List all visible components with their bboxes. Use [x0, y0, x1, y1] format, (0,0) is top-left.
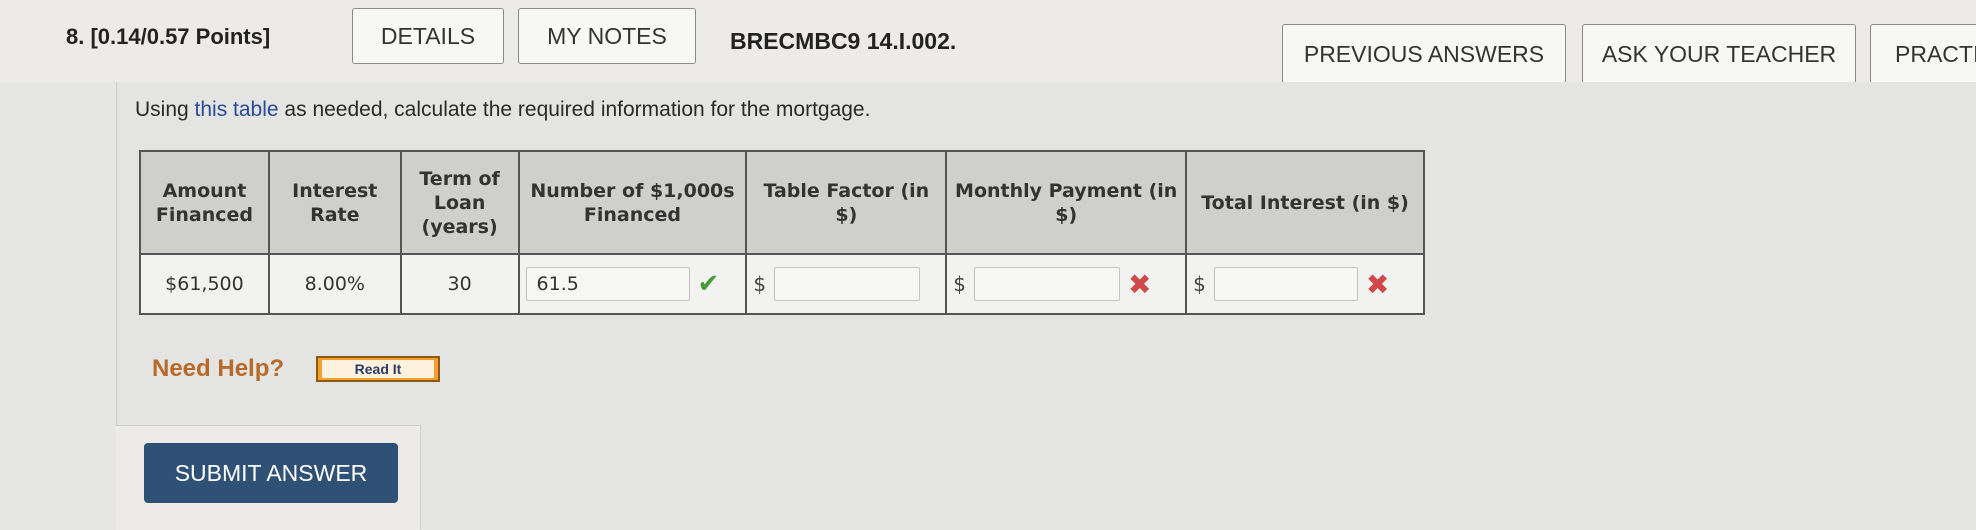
header-table-factor: Table Factor (in $)	[745, 150, 948, 255]
header-total-interest: Total Interest (in $)	[1185, 150, 1425, 255]
header-term: Term of Loan (years)	[399, 150, 520, 255]
incorrect-x-icon: ✖	[1128, 267, 1152, 301]
read-it-button[interactable]: Read It	[316, 356, 440, 382]
table-link[interactable]: this table	[195, 98, 279, 121]
amount-financed-cell: $61,500	[139, 253, 270, 315]
term-cell: 30	[399, 253, 520, 315]
monthly-payment-dollar: $	[953, 272, 966, 296]
interest-rate-cell: 8.00%	[267, 253, 402, 315]
previous-answers-button[interactable]: PREVIOUS ANSWERS	[1282, 24, 1566, 84]
instructions: Using this table as needed, calculate th…	[135, 98, 870, 122]
table-factor-dollar: $	[753, 272, 767, 296]
number-of-thousands-cell: 61.5 ✔	[517, 253, 748, 315]
incorrect-x-icon: ✖	[1365, 267, 1390, 301]
number-of-thousands-input[interactable]: 61.5	[525, 267, 690, 301]
check-icon: ✔	[697, 269, 720, 299]
submit-answer-button[interactable]: SUBMIT ANSWER	[144, 443, 398, 503]
instructions-prefix: Using	[135, 98, 195, 121]
total-interest-input[interactable]	[1213, 267, 1358, 301]
question-code: BRECMBC9 14.I.002.	[730, 28, 957, 54]
practice-button[interactable]: PRACTI	[1870, 24, 1976, 84]
monthly-payment-input[interactable]	[974, 267, 1120, 301]
header-interest-rate: Interest Rate	[267, 150, 402, 255]
instructions-suffix: as needed, calculate the required inform…	[278, 98, 871, 121]
monthly-payment-cell: $ ✖	[945, 253, 1188, 315]
table-row: $61,500 8.00% 30 61.5 ✔ $ $ ✖ $ ✖	[139, 253, 1425, 315]
my-notes-button[interactable]: MY NOTES	[518, 8, 696, 64]
details-button[interactable]: DETAILS	[352, 8, 504, 64]
read-it-label: Read It	[322, 360, 434, 378]
header-monthly-payment: Monthly Payment (in $)	[945, 150, 1188, 255]
header-number-of-thousands: Number of $1,000s Financed	[517, 150, 748, 255]
header-amount-financed: Amount Financed	[139, 150, 270, 255]
total-interest-dollar: $	[1193, 272, 1206, 296]
table-factor-cell: $	[745, 253, 948, 315]
mortgage-table: Amount Financed Interest Rate Term of Lo…	[139, 150, 1425, 315]
ask-teacher-button[interactable]: ASK YOUR TEACHER	[1582, 24, 1856, 84]
need-help-label: Need Help?	[152, 355, 285, 382]
question-number-points: 8. [0.14/0.57 Points]	[66, 24, 271, 49]
total-interest-cell: $ ✖	[1185, 253, 1425, 315]
table-factor-input[interactable]	[774, 267, 921, 301]
